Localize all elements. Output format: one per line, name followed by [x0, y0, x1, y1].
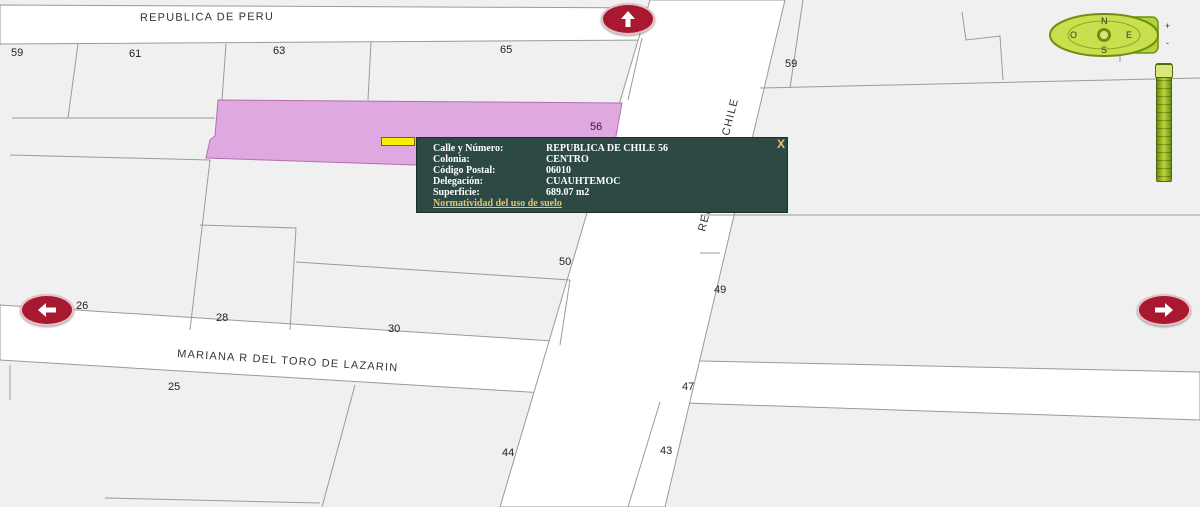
map-canvas[interactable]: REPUBLICA DE PERU MARIANA R DEL TORO DE …: [0, 0, 1200, 507]
map-layer: REPUBLICA DE PERU MARIANA R DEL TORO DE …: [0, 0, 1200, 507]
info-value: CENTRO: [546, 154, 589, 165]
street-label-north: REPUBLICA DE PERU: [140, 11, 274, 24]
lot-number: 59: [11, 47, 23, 59]
lot-number: 47: [682, 381, 694, 393]
location-marker[interactable]: [381, 137, 415, 146]
lot-number: 43: [660, 445, 672, 457]
compass-west: O: [1070, 30, 1077, 40]
info-label: Colonia:: [433, 154, 470, 165]
arrow-right-icon: [1155, 303, 1173, 317]
zoom-in-symbol: +: [1165, 21, 1170, 31]
compass-east: E: [1126, 30, 1132, 40]
lot-number: 50: [559, 256, 571, 268]
info-label: Superficie:: [433, 187, 480, 198]
lot-number: 26: [76, 300, 88, 312]
compass-north: N: [1101, 16, 1108, 26]
info-label: Delegación:: [433, 176, 483, 187]
zoom-slider[interactable]: [1155, 63, 1173, 182]
pan-left-button[interactable]: [20, 294, 74, 326]
info-value: REPUBLICA DE CHILE 56: [546, 143, 668, 154]
compass-icon: N S E O + -: [1049, 13, 1170, 57]
info-value: 689.07 m2: [546, 187, 590, 198]
info-row-postal-code: Código Postal: 06010: [433, 165, 787, 176]
info-label: Calle y Número:: [433, 143, 504, 154]
lot-number: 49: [714, 284, 726, 296]
lot-number: 28: [216, 312, 228, 324]
lot-number: 63: [273, 45, 285, 57]
pan-up-button[interactable]: [601, 3, 655, 35]
compass-south: S: [1101, 45, 1107, 55]
info-value: 06010: [546, 165, 571, 176]
land-use-link[interactable]: Normatividad del uso de suelo: [433, 198, 787, 209]
zoom-out-symbol: -: [1166, 38, 1169, 48]
info-row-address: Calle y Número: REPUBLICA DE CHILE 56: [433, 143, 787, 154]
lot-number: 30: [388, 323, 400, 335]
arrow-up-icon: [621, 11, 635, 27]
info-popup: Calle y Número: REPUBLICA DE CHILE 56 Co…: [416, 137, 788, 213]
info-row-colonia: Colonia: CENTRO: [433, 154, 787, 165]
arrow-left-icon: [38, 303, 56, 317]
zoom-slider-handle[interactable]: [1155, 64, 1173, 78]
info-label: Código Postal:: [433, 165, 496, 176]
lot-number: 61: [129, 48, 141, 60]
compass-control[interactable]: N S E O + -: [1046, 13, 1186, 61]
lot-number: 59: [785, 58, 797, 70]
close-icon[interactable]: X: [777, 138, 785, 150]
info-row-delegacion: Delegación: CUAUHTEMOC: [433, 176, 787, 187]
lot-number: 44: [502, 447, 514, 459]
lot-number: 65: [500, 44, 512, 56]
info-row-superficie: Superficie: 689.07 m2: [433, 187, 787, 198]
lot-number: 25: [168, 381, 180, 393]
pan-right-button[interactable]: [1137, 294, 1191, 326]
info-value: CUAUHTEMOC: [546, 176, 621, 187]
lot-number: 56: [590, 121, 602, 133]
